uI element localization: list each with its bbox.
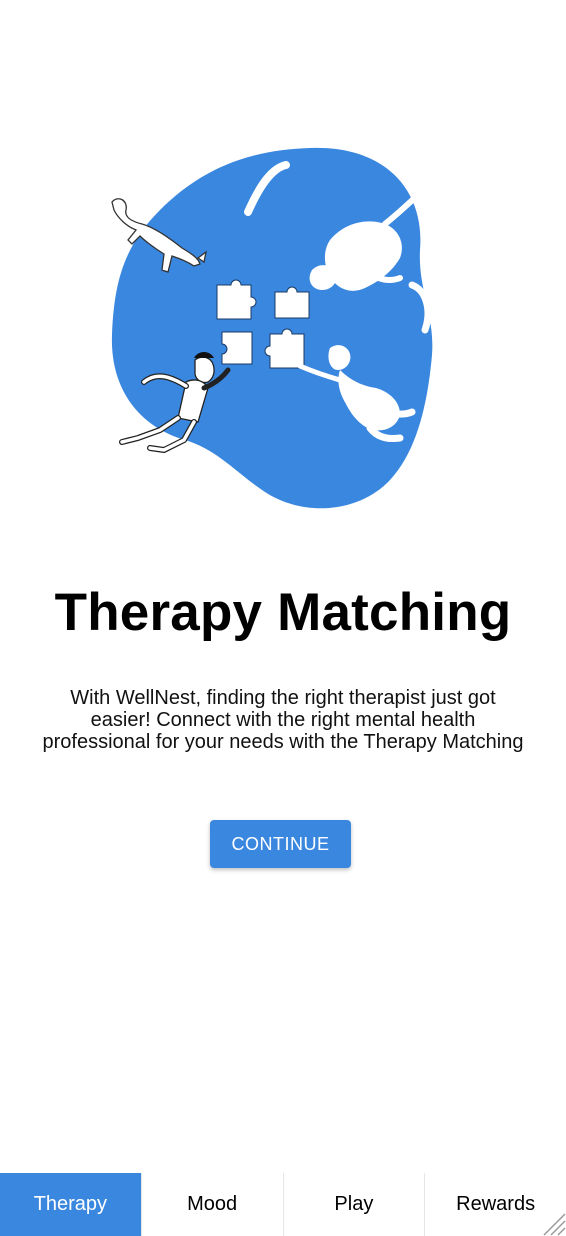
resize-grip-icon[interactable] (540, 1210, 566, 1236)
continue-button[interactable]: CONTINUE (210, 820, 351, 868)
therapy-matching-illustration (100, 140, 445, 515)
tab-mood[interactable]: Mood (140, 1173, 283, 1236)
bottom-navigation: Therapy Mood Play Rewards (0, 1173, 566, 1236)
tab-therapy[interactable]: Therapy (0, 1173, 141, 1236)
feature-description: With WellNest, finding the right therapi… (42, 687, 524, 753)
blob-shape (111, 147, 433, 509)
page-title: Therapy Matching (54, 583, 512, 642)
onboarding-screen: Therapy Matching With WellNest, finding … (0, 0, 566, 1236)
tab-play[interactable]: Play (282, 1173, 425, 1236)
